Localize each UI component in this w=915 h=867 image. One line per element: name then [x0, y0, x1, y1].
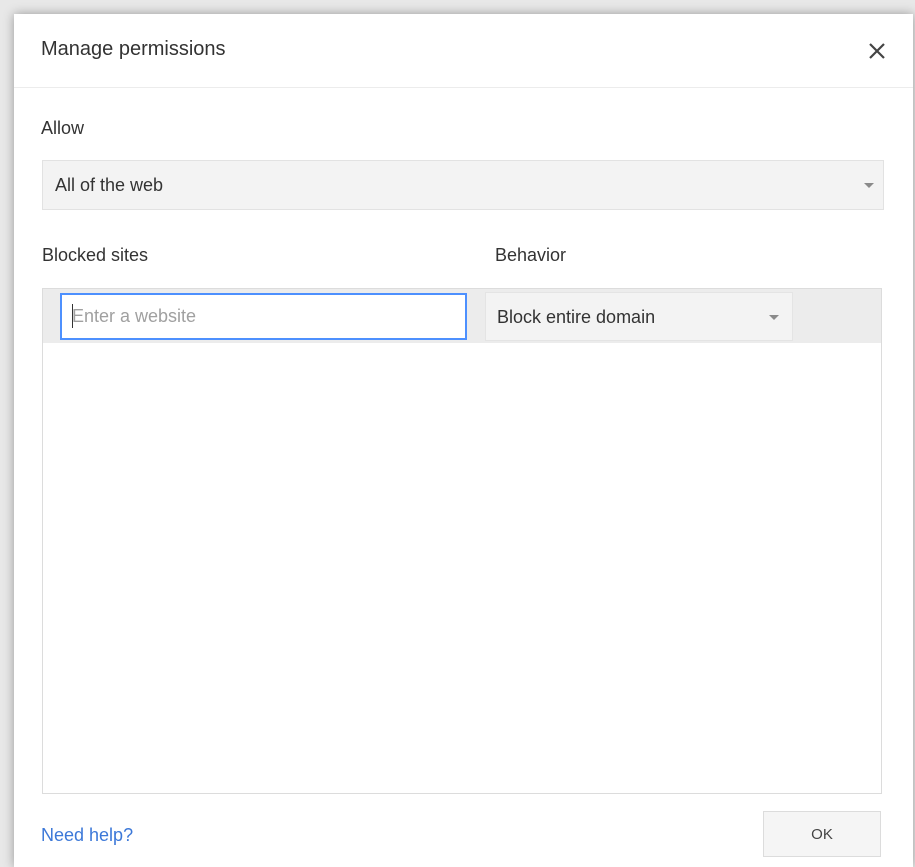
caret-down-icon: [864, 183, 874, 188]
behavior-selected-value: Block entire domain: [497, 307, 656, 327]
dialog-header: Manage permissions: [14, 14, 913, 88]
website-input[interactable]: [60, 293, 467, 340]
close-icon: [869, 43, 885, 59]
blocked-sites-label: Blocked sites: [42, 245, 149, 265]
manage-permissions-dialog: Manage permissions Allow All of the web …: [14, 14, 913, 867]
behavior-label: Behavior: [495, 245, 567, 265]
dialog-title: Manage permissions: [41, 38, 226, 60]
ok-button[interactable]: OK: [763, 811, 881, 857]
need-help-link[interactable]: Need help?: [41, 825, 133, 846]
allow-selected-value: All of the web: [55, 175, 164, 195]
blocked-sites-entry-row: Block entire domain: [43, 289, 881, 343]
allow-dropdown[interactable]: All of the web: [42, 160, 884, 210]
caret-down-icon: [769, 315, 779, 320]
text-cursor: [72, 304, 73, 328]
close-button[interactable]: [862, 36, 892, 66]
blocked-sites-list: Block entire domain: [42, 288, 882, 794]
behavior-dropdown[interactable]: Block entire domain: [485, 292, 793, 341]
allow-label: Allow: [41, 118, 85, 138]
